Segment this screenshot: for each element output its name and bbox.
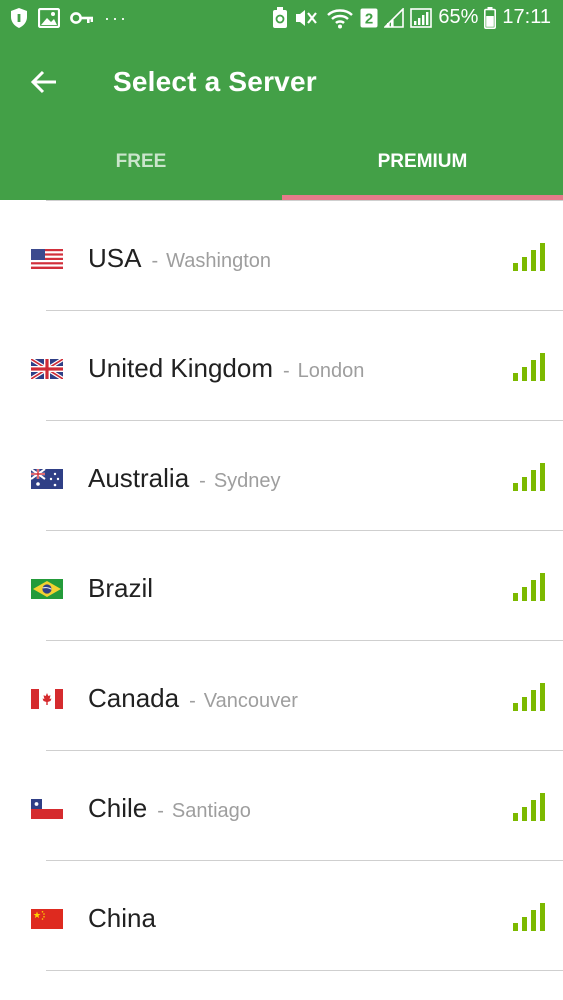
mute-vibrate-icon — [294, 7, 320, 29]
server-country: Australia - Sydney — [88, 463, 281, 494]
signal-strength-icon — [513, 903, 545, 931]
tab-free[interactable]: FREE — [0, 132, 282, 200]
server-row-australia[interactable]: Australia - Sydney — [0, 421, 563, 531]
image-icon — [38, 8, 60, 28]
country-name: Chile — [88, 793, 148, 823]
country-name: USA — [88, 243, 142, 273]
status-right: 2 65% 17:11 — [272, 6, 551, 29]
server-country: United Kingdom - London — [88, 353, 364, 384]
key-icon — [70, 11, 94, 25]
row-divider — [46, 970, 563, 971]
tab-premium[interactable]: PREMIUM — [282, 132, 563, 200]
server-row-chile[interactable]: Chile - Santiago — [0, 751, 563, 861]
city-name: London — [297, 360, 365, 382]
battery-icon — [484, 6, 497, 29]
back-button[interactable] — [26, 64, 62, 100]
city-name: Vancouver — [203, 690, 298, 712]
country-name: Australia — [88, 463, 190, 493]
country-name: United Kingdom — [88, 353, 273, 383]
clock-time: 17:11 — [502, 6, 551, 28]
cellular-signal-2-icon — [410, 7, 433, 28]
server-country: Brazil — [88, 573, 153, 604]
city-wrap: - Sydney — [199, 470, 281, 492]
tab-bar: FREE PREMIUM — [0, 132, 563, 200]
server-row-china[interactable]: China — [0, 861, 563, 971]
city-name: Washington — [166, 250, 272, 272]
recycle-battery-saver-icon — [272, 6, 288, 29]
city-wrap: - Santiago — [157, 800, 251, 822]
toolbar: Select a Server — [0, 48, 563, 118]
server-country: Canada - Vancouver — [88, 683, 298, 714]
more-notifications-icon: ··· — [104, 8, 128, 28]
city-wrap: - London — [283, 360, 365, 382]
server-row-canada[interactable]: Canada - Vancouver — [0, 641, 563, 751]
uk-flag-icon — [31, 359, 63, 379]
server-row-united-kingdom[interactable]: United Kingdom - London — [0, 311, 563, 421]
server-row-brazil[interactable]: Brazil — [0, 531, 563, 641]
us-flag-icon — [31, 249, 63, 269]
shield-icon — [10, 7, 28, 29]
brazil-flag-icon — [31, 579, 63, 599]
australia-flag-icon — [31, 469, 63, 489]
arrow-left-icon — [30, 70, 56, 94]
country-name: Brazil — [88, 573, 154, 603]
status-bar: ··· 2 65% 17:11 — [0, 0, 563, 38]
china-flag-icon — [31, 909, 63, 929]
signal-strength-icon — [513, 463, 545, 491]
battery-percent: 65% — [438, 6, 479, 28]
page-title: Select a Server — [113, 66, 317, 97]
signal-strength-icon — [513, 243, 545, 271]
app-header: ··· 2 65% 17:11 Select a Server FREE PRE… — [0, 0, 563, 200]
city-name: Sydney — [213, 470, 281, 492]
tab-premium-label: PREMIUM — [377, 151, 468, 172]
cellular-signal-1-icon — [384, 7, 405, 28]
server-country: Chile - Santiago — [88, 793, 251, 824]
signal-strength-icon — [513, 353, 545, 381]
country-name: China — [88, 903, 156, 933]
country-name: Canada — [88, 683, 180, 713]
server-country: USA - Washington — [88, 243, 271, 274]
sim-badge-icon: 2 — [360, 8, 378, 28]
city-wrap: - Washington — [151, 250, 272, 272]
server-row-usa[interactable]: USA - Washington — [0, 201, 563, 311]
city-wrap: - Vancouver — [189, 690, 298, 712]
canada-flag-icon — [31, 689, 63, 709]
wifi-icon — [326, 7, 354, 29]
signal-strength-icon — [513, 793, 545, 821]
signal-strength-icon — [513, 573, 545, 601]
chile-flag-icon — [31, 799, 63, 819]
city-name: Santiago — [171, 800, 251, 822]
status-left: ··· — [10, 7, 128, 29]
sim-badge-text: 2 — [365, 10, 373, 27]
signal-strength-icon — [513, 683, 545, 711]
tab-free-label: FREE — [115, 151, 167, 172]
server-country: China — [88, 903, 156, 934]
